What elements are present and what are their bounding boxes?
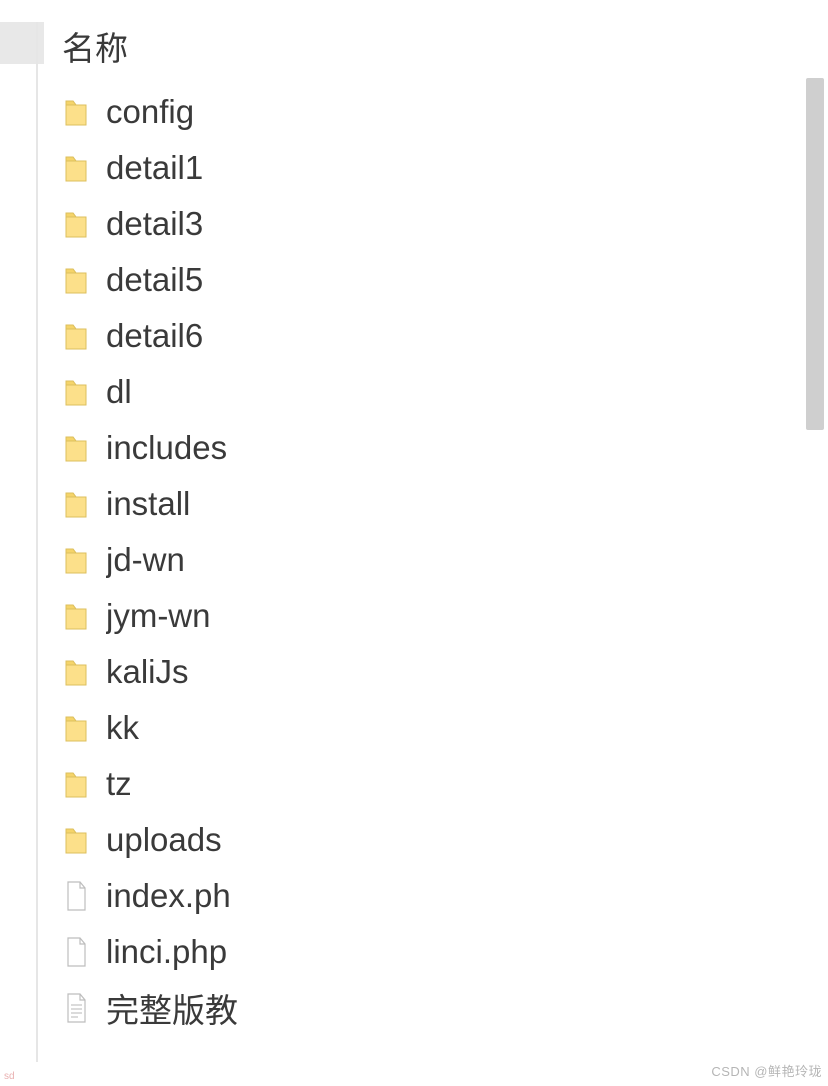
watermark-left: sd: [4, 1071, 15, 1082]
watermark-right: CSDN @鲜艳玲珑: [711, 1061, 822, 1080]
folder-item-detail6[interactable]: detail6: [60, 308, 828, 364]
folder-item-detail1[interactable]: detail1: [60, 140, 828, 196]
folder-icon: [60, 820, 92, 860]
item-label: dl: [106, 373, 132, 411]
folder-item-tz[interactable]: tz: [60, 756, 828, 812]
folder-icon: [60, 372, 92, 412]
file-item-index.ph[interactable]: index.ph: [60, 868, 828, 924]
file-icon: [60, 876, 92, 916]
folder-item-config[interactable]: config: [60, 84, 828, 140]
file-icon: [60, 932, 92, 972]
item-label: jym-wn: [106, 597, 211, 635]
folder-icon: [60, 764, 92, 804]
item-label: kaliJs: [106, 653, 189, 691]
item-label: jd-wn: [106, 541, 185, 579]
folder-item-detail3[interactable]: detail3: [60, 196, 828, 252]
folder-item-kaliJs[interactable]: kaliJs: [60, 644, 828, 700]
folder-item-dl[interactable]: dl: [60, 364, 828, 420]
item-label: uploads: [106, 821, 222, 859]
item-label: detail6: [106, 317, 203, 355]
left-gutter: [0, 0, 36, 1086]
folder-item-jd-wn[interactable]: jd-wn: [60, 532, 828, 588]
file-item-完整版教[interactable]: 完整版教: [60, 980, 828, 1036]
scrollbar-thumb[interactable]: [806, 78, 824, 430]
folder-item-jym-wn[interactable]: jym-wn: [60, 588, 828, 644]
item-label: tz: [106, 765, 132, 803]
file-item-linci.php[interactable]: linci.php: [60, 924, 828, 980]
item-label: config: [106, 93, 194, 131]
item-label: detail3: [106, 205, 203, 243]
content-area: 名称 config detail1 detail3 detail5 detail…: [38, 0, 828, 1086]
folder-item-install[interactable]: install: [60, 476, 828, 532]
folder-icon: [60, 484, 92, 524]
item-label: detail1: [106, 149, 203, 187]
folder-icon: [60, 92, 92, 132]
item-label: kk: [106, 709, 139, 747]
folder-icon: [60, 428, 92, 468]
folder-icon: [60, 652, 92, 692]
folder-icon: [60, 596, 92, 636]
file-explorer-panel: 名称 config detail1 detail3 detail5 detail…: [0, 0, 828, 1086]
folder-icon: [60, 204, 92, 244]
folder-icon: [60, 260, 92, 300]
item-label: install: [106, 485, 190, 523]
folder-item-uploads[interactable]: uploads: [60, 812, 828, 868]
item-label: linci.php: [106, 933, 227, 971]
item-label: includes: [106, 429, 227, 467]
folder-icon: [60, 540, 92, 580]
folder-item-kk[interactable]: kk: [60, 700, 828, 756]
item-label: index.ph: [106, 877, 231, 915]
folder-icon: [60, 708, 92, 748]
text-file-icon: [60, 988, 92, 1028]
item-label: 完整版教: [106, 984, 238, 1032]
folder-item-includes[interactable]: includes: [60, 420, 828, 476]
item-label: detail5: [106, 261, 203, 299]
file-list: config detail1 detail3 detail5 detail6 d…: [60, 84, 828, 1036]
column-header-name[interactable]: 名称: [60, 22, 828, 78]
folder-item-detail5[interactable]: detail5: [60, 252, 828, 308]
folder-icon: [60, 148, 92, 188]
folder-icon: [60, 316, 92, 356]
